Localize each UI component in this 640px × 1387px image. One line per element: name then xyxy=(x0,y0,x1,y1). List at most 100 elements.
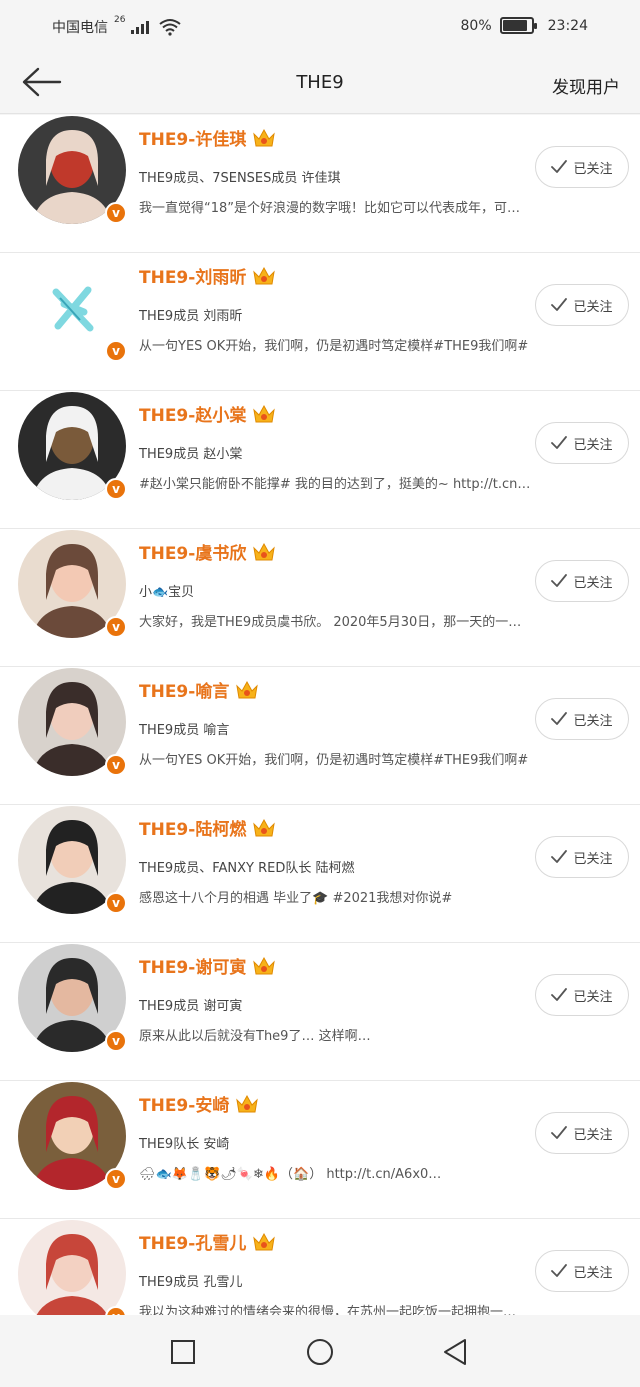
recent-apps-button[interactable] xyxy=(168,1337,198,1367)
user-description: THE9队长 安崎 xyxy=(139,1137,230,1152)
user-row[interactable]: v THE9-陆柯燃 THE9成员、FANXY RED队长 陆柯燃 感恩这十八个月的相… xyxy=(0,805,640,943)
vip-crown-icon xyxy=(252,541,276,563)
user-row[interactable]: v THE9-谢可寅 THE9成员 谢可寅 原来从此以后就没有The9了… 这样啊… 已… xyxy=(0,943,640,1081)
user-row[interactable]: v THE9-喻言 THE9成员 喻言从一句YES OK开始，我们啊，仍是初遇时笃定… xyxy=(0,667,640,805)
verified-badge-icon: v xyxy=(105,478,127,500)
name-line: THE9-许佳琪 xyxy=(139,125,276,150)
latest-post: 我一直觉得“18”是个好浪漫的数字哦！比如它可以代表成年，可… xyxy=(139,201,521,216)
user-row[interactable]: v THE9-许佳琪 THE9成员、7SENSES成员 许佳琪我一直觉得“18”是个… xyxy=(0,115,640,253)
user-name[interactable]: THE9-赵小棠 xyxy=(139,401,246,426)
check-icon xyxy=(551,298,568,311)
user-description: THE9成员、7SENSES成员 许佳琪 xyxy=(139,171,341,186)
user-description: 小🐟宝贝 xyxy=(139,585,195,600)
latest-post: 从一句YES OK开始，我们啊，仍是初遇时笃定模样#THE9我们啊# xyxy=(139,339,529,354)
followed-button[interactable]: 已关注 xyxy=(535,1250,629,1292)
user-list[interactable]: v THE9-许佳琪 THE9成员、7SENSES成员 许佳琪我一直觉得“18”是个… xyxy=(0,115,640,1315)
followed-button[interactable]: 已关注 xyxy=(535,146,629,188)
vip-crown-icon xyxy=(252,265,276,287)
user-name[interactable]: THE9-孔雪儿 xyxy=(139,1229,246,1254)
followed-label: 已关注 xyxy=(573,989,613,1005)
battery-percent: 80% xyxy=(460,17,492,34)
status-bar: 中国电信 26 80% 23:24 xyxy=(0,0,640,52)
user-name[interactable]: THE9-喻言 xyxy=(139,677,229,702)
check-icon xyxy=(551,1264,568,1277)
followed-button[interactable]: 已关注 xyxy=(535,974,629,1016)
verified-badge-icon: v xyxy=(105,1030,127,1052)
latest-post: 感恩这十八个月的相遇 毕业了🎓 #2021我想对你说# xyxy=(139,891,453,906)
user-description: THE9成员 谢可寅 xyxy=(139,999,243,1014)
check-icon xyxy=(551,988,568,1001)
battery-icon xyxy=(499,17,537,34)
wifi-icon xyxy=(159,19,182,36)
home-button[interactable] xyxy=(305,1337,335,1367)
name-line: THE9-孔雪儿 xyxy=(139,1229,276,1254)
vip-crown-icon xyxy=(235,679,259,701)
followed-button[interactable]: 已关注 xyxy=(535,284,629,326)
followed-label: 已关注 xyxy=(573,437,613,453)
network-type: 26 xyxy=(114,15,126,25)
vip-crown-icon xyxy=(252,403,276,425)
clock: 23:24 xyxy=(547,17,588,34)
status-left: 中国电信 26 xyxy=(52,15,182,37)
followed-button[interactable]: 已关注 xyxy=(535,1112,629,1154)
user-name[interactable]: THE9-许佳琪 xyxy=(139,125,246,150)
name-line: THE9-安崎 xyxy=(139,1091,259,1116)
followed-button[interactable]: 已关注 xyxy=(535,422,629,464)
vip-crown-icon xyxy=(235,1093,259,1115)
check-icon xyxy=(551,712,568,725)
latest-post: 我以为这种难过的情绪会来的很慢，在苏州一起吃饭一起拥抱一… xyxy=(139,1305,517,1315)
verified-badge-icon: v xyxy=(105,1168,127,1190)
followed-label: 已关注 xyxy=(573,299,613,315)
user-row[interactable]: v THE9-刘雨昕 THE9成员 刘雨昕从一句YES OK开始，我们啊，仍是初遇时… xyxy=(0,253,640,391)
name-line: THE9-赵小棠 xyxy=(139,401,276,426)
check-icon xyxy=(551,1126,568,1139)
user-description: THE9成员 孔雪儿 xyxy=(139,1275,243,1290)
followed-label: 已关注 xyxy=(573,1127,613,1143)
user-row[interactable]: v THE9-虞书欣小🐟宝贝大家好，我是THE9成员虞书欣。 2020年5月30日… xyxy=(0,529,640,667)
user-name[interactable]: THE9-虞书欣 xyxy=(139,539,246,564)
vip-crown-icon xyxy=(252,1231,276,1253)
verified-badge-icon: v xyxy=(105,340,127,362)
check-icon xyxy=(551,850,568,863)
followed-button[interactable]: 已关注 xyxy=(535,698,629,740)
carrier-label: 中国电信 xyxy=(52,20,108,36)
check-icon xyxy=(551,574,568,587)
vip-crown-icon xyxy=(252,127,276,149)
verified-badge-icon: v xyxy=(105,892,127,914)
user-name[interactable]: THE9-刘雨昕 xyxy=(139,263,246,288)
user-description: THE9成员 赵小棠 xyxy=(139,447,243,462)
discover-users-button[interactable]: 发现用户 xyxy=(552,73,620,98)
signal-icon xyxy=(131,20,150,34)
user-name[interactable]: THE9-谢可寅 xyxy=(139,953,246,978)
latest-post: 从一句YES OK开始，我们啊，仍是初遇时笃定模样#THE9我们啊# xyxy=(139,753,529,768)
user-description: THE9成员 刘雨昕 xyxy=(139,309,243,324)
back-system-button[interactable] xyxy=(440,1337,470,1367)
user-row[interactable]: v THE9-孔雪儿 THE9成员 孔雪儿我以为这种难过的情绪会来的很慢，在苏州一起… xyxy=(0,1219,640,1315)
followed-button[interactable]: 已关注 xyxy=(535,836,629,878)
check-icon xyxy=(551,160,568,173)
verified-badge-icon: v xyxy=(105,616,127,638)
name-line: THE9-陆柯燃 xyxy=(139,815,276,840)
top-nav-bar: THE9 发现用户 xyxy=(0,52,640,114)
latest-post: 🌧🐟🦊🧂🐯🌶🍬❄🔥（🏠） http://t.cn/A6x0… xyxy=(139,1167,442,1182)
followed-label: 已关注 xyxy=(573,161,613,177)
followed-button[interactable]: 已关注 xyxy=(535,560,629,602)
verified-badge-icon: v xyxy=(105,754,127,776)
user-description: THE9成员 喻言 xyxy=(139,723,230,738)
user-name[interactable]: THE9-陆柯燃 xyxy=(139,815,246,840)
followed-label: 已关注 xyxy=(573,1265,613,1281)
user-row[interactable]: v THE9-赵小棠 THE9成员 赵小棠 #赵小棠只能俯卧不能撑# 我的目的达到了，… xyxy=(0,391,640,529)
latest-post: 大家好，我是THE9成员虞书欣。 2020年5月30日，那一天的一… xyxy=(139,615,522,630)
avatar[interactable] xyxy=(18,1220,126,1315)
vip-crown-icon xyxy=(252,955,276,977)
vip-crown-icon xyxy=(252,817,276,839)
name-line: THE9-虞书欣 xyxy=(139,539,276,564)
user-name[interactable]: THE9-安崎 xyxy=(139,1091,229,1116)
system-nav-bar xyxy=(0,1315,640,1387)
verified-badge-icon: v xyxy=(105,1306,127,1315)
followed-label: 已关注 xyxy=(573,575,613,591)
verified-badge-icon: v xyxy=(105,202,127,224)
followed-label: 已关注 xyxy=(573,713,613,729)
user-row[interactable]: v THE9-安崎 THE9队长 安崎 🌧🐟🦊🧂🐯🌶🍬❄🔥（🏠） http://t.c… xyxy=(0,1081,640,1219)
name-line: THE9-喻言 xyxy=(139,677,259,702)
